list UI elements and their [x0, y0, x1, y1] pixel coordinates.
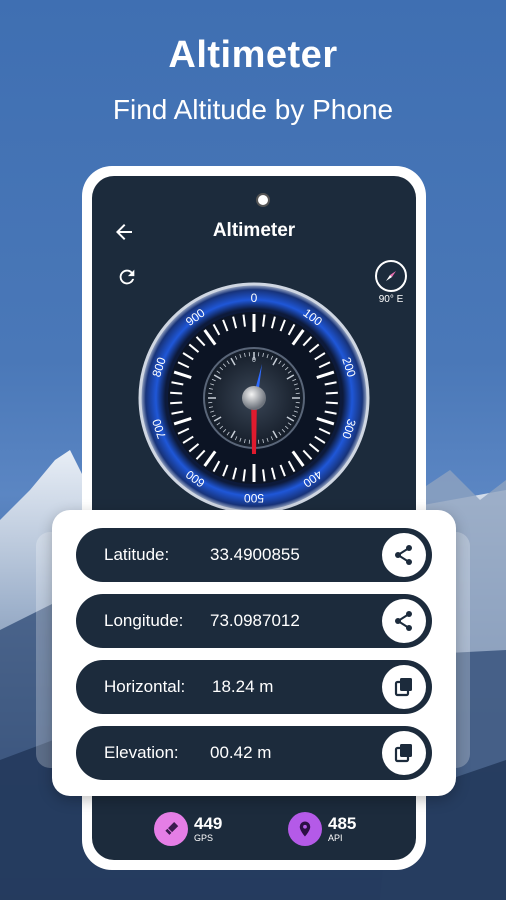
copy-horizontal-button[interactable]: [382, 665, 426, 709]
horizontal-row: Horizontal: 18.24 m: [76, 660, 432, 714]
share-longitude-button[interactable]: [382, 599, 426, 643]
promo-subtitle: Find Altitude by Phone: [112, 94, 394, 125]
horizontal-label: Horizontal:: [104, 677, 186, 696]
bottom-stats: 449 GPS 485 API: [92, 806, 416, 856]
inner-dial-label-0: 0: [252, 357, 256, 364]
api-label: API: [328, 832, 343, 843]
altimeter-gauge: 0100200300400500600700800900 0 5: [138, 282, 370, 514]
share-latitude-button[interactable]: [382, 533, 426, 577]
api-value: 485: [328, 813, 357, 833]
satellite-icon: [154, 812, 188, 846]
elevation-row: Elevation: 00.42 m: [76, 726, 432, 780]
app-title: Altimeter: [212, 220, 296, 241]
refresh-icon: [119, 269, 135, 285]
copy-icon: [394, 744, 412, 763]
longitude-value: 73.0987012: [210, 611, 300, 630]
app-bar: Altimeter: [92, 212, 416, 252]
elevation-label: Elevation:: [104, 743, 179, 762]
gauge-label-500: 500: [244, 491, 264, 505]
latitude-value: 33.4900855: [210, 545, 300, 564]
copy-elevation-button[interactable]: [382, 731, 426, 775]
gps-value: 449: [194, 813, 223, 833]
share-icon: [395, 545, 412, 565]
horizontal-value: 18.24 m: [212, 677, 274, 696]
gauge-tick: [325, 401, 338, 405]
location-info-card: Latitude: 33.4900855 Longitude: 73.09870…: [52, 510, 456, 796]
gauge-tick: [325, 391, 338, 395]
compass-icon: [375, 260, 407, 292]
promo-title: Altimeter: [168, 34, 338, 76]
api-stat: 485 API: [288, 812, 356, 846]
compass-button[interactable]: 90° E: [370, 260, 412, 320]
longitude-row: Longitude: 73.0987012: [76, 594, 432, 648]
location-pin-icon: [288, 812, 322, 846]
latitude-label: Latitude:: [104, 545, 170, 564]
share-icon: [395, 611, 412, 631]
camera-icon: [256, 193, 270, 207]
gauge-label-0: 0: [251, 291, 258, 305]
gauge-tick: [170, 401, 183, 405]
gauge-tick: [170, 391, 183, 395]
gps-stat: 449 GPS: [154, 812, 222, 846]
copy-icon: [394, 678, 412, 697]
latitude-row: Latitude: 33.4900855: [76, 528, 432, 582]
longitude-label: Longitude:: [104, 611, 184, 630]
gps-label: GPS: [194, 832, 214, 843]
elevation-value: 00.42 m: [210, 743, 272, 762]
compass-heading: 90° E: [378, 294, 404, 305]
